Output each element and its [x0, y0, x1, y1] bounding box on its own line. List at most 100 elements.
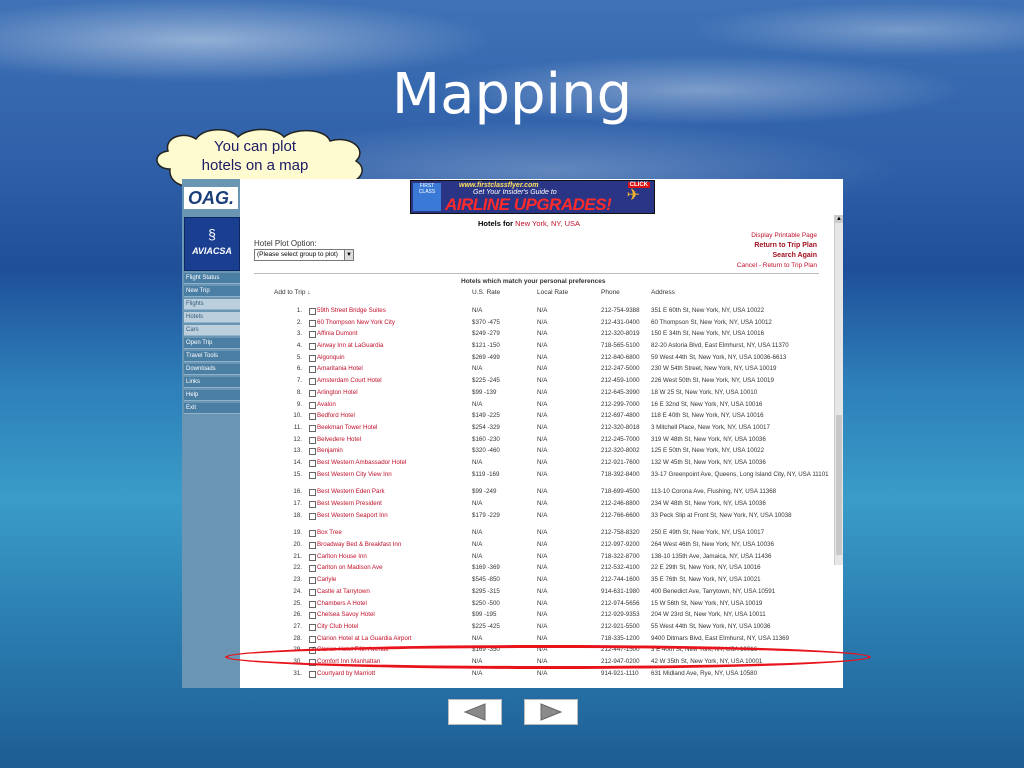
- hotel-name-link[interactable]: Beekman Tower Hotel: [317, 424, 377, 431]
- add-to-trip-checkbox[interactable]: [309, 489, 316, 497]
- us-rate: $249 -279: [472, 330, 500, 338]
- hotel-name-link[interactable]: Castle at Tarrytown: [317, 588, 370, 595]
- table-row: 11. Beekman Tower Hotel $254 -329 N/A 212-32…: [182, 424, 843, 436]
- hotel-name-link[interactable]: Best Western President: [317, 500, 382, 507]
- row-number: 14.: [293, 458, 302, 466]
- us-rate: $99 -139: [472, 388, 497, 396]
- add-to-trip-checkbox[interactable]: [309, 366, 316, 374]
- add-to-trip-checkbox[interactable]: [309, 389, 316, 397]
- hotel-name-link[interactable]: Best Western Eden Park: [317, 488, 385, 495]
- local-rate: N/A: [537, 511, 548, 519]
- add-to-trip-checkbox[interactable]: [309, 343, 316, 351]
- us-rate: $99 -195: [472, 611, 497, 619]
- hotel-name-link[interactable]: Chambers A Hotel: [317, 600, 367, 607]
- hotel-name-link[interactable]: Carlyle: [317, 576, 336, 583]
- hotel-name-link[interactable]: Carlton House Inn: [317, 553, 367, 560]
- phone: 212-697-4800: [601, 412, 640, 420]
- us-rate: $545 -850: [472, 576, 500, 584]
- table-row: 12. Belvedere Hotel $160 -230 N/A 212-245-70…: [182, 436, 843, 448]
- add-to-trip-checkbox[interactable]: [309, 530, 316, 538]
- phone: 212-921-5500: [601, 622, 640, 630]
- add-to-trip-checkbox[interactable]: [309, 501, 316, 508]
- cancel-link[interactable]: Cancel - Return to Trip Plan: [737, 261, 817, 271]
- printable-page-link[interactable]: Display Printable Page: [737, 231, 817, 241]
- hotel-name-link[interactable]: Best Western City View Inn: [317, 471, 392, 478]
- add-to-trip-checkbox[interactable]: [309, 378, 316, 386]
- next-slide-button[interactable]: [524, 699, 578, 725]
- hotel-name-link[interactable]: 59th Street Bridge Suites: [317, 307, 386, 314]
- search-again-link[interactable]: Search Again: [737, 251, 817, 261]
- table-row: 13. Benjamin $320 -460 N/A 212-320-8002 125 E…: [182, 447, 843, 459]
- add-to-trip-checkbox[interactable]: [309, 623, 316, 631]
- row-number: 9.: [296, 400, 302, 408]
- add-to-trip-checkbox[interactable]: [309, 600, 316, 608]
- add-to-trip-checkbox[interactable]: [309, 612, 316, 620]
- hotel-name-link[interactable]: Benjamin: [317, 447, 343, 454]
- add-to-trip-checkbox[interactable]: [309, 424, 316, 432]
- add-to-trip-checkbox[interactable]: [309, 354, 316, 362]
- hotel-name-link[interactable]: Amsterdam Court Hotel: [317, 377, 382, 384]
- local-rate: N/A: [537, 400, 548, 408]
- hotel-name-link[interactable]: Amaritania Hotel: [317, 365, 363, 372]
- phone: 212-766-6600: [601, 511, 640, 519]
- address: 400 Benedict Ave, Tarrytown, NY, USA 105…: [651, 587, 776, 595]
- hotel-name-link[interactable]: Arlington Hotel: [317, 389, 358, 396]
- phone: 212-974-5656: [601, 599, 640, 607]
- hotel-name-link[interactable]: Bedford Hotel: [317, 412, 355, 419]
- add-to-trip-checkbox[interactable]: [309, 553, 316, 561]
- hotel-name-link[interactable]: Courtyard by Marriott: [317, 670, 375, 677]
- hotel-name-link[interactable]: Best Western Ambassador Hotel: [317, 459, 406, 466]
- add-to-trip-checkbox[interactable]: [309, 308, 316, 315]
- hotel-name-link[interactable]: City Club Hotel: [317, 623, 358, 630]
- phone: 212-299-7000: [601, 400, 640, 408]
- hotel-name-link[interactable]: Best Western Seaport Inn: [317, 512, 388, 519]
- phone: 212-921-7600: [601, 458, 640, 466]
- prev-slide-button[interactable]: [448, 699, 502, 725]
- add-to-trip-checkbox[interactable]: [309, 588, 316, 596]
- add-to-trip-checkbox[interactable]: [309, 319, 316, 327]
- hotel-name-link[interactable]: Affinia Dumont: [317, 330, 357, 337]
- add-to-trip-checkbox[interactable]: [309, 436, 316, 444]
- hotel-name-link[interactable]: Airway Inn at LaGuardia: [317, 342, 383, 349]
- hotel-name-link[interactable]: Algonquin: [317, 354, 345, 361]
- local-rate: N/A: [537, 307, 548, 314]
- address: 55 West 44th St, New York, NY, USA 10036: [651, 622, 771, 630]
- add-to-trip-checkbox[interactable]: [309, 577, 316, 585]
- add-to-trip-checkbox[interactable]: [309, 331, 316, 339]
- local-rate: N/A: [537, 669, 548, 677]
- hotel-name-link[interactable]: Box Tree: [317, 529, 342, 536]
- triangle-left-icon: [463, 703, 486, 721]
- local-rate: N/A: [537, 529, 548, 537]
- hotel-name-link[interactable]: Broadway Bed & Breakfast Inn: [317, 541, 401, 548]
- add-to-trip-checkbox[interactable]: [309, 459, 316, 467]
- ad-banner[interactable]: FIRST CLASS www.firstclassflyer.com Get …: [410, 180, 655, 214]
- add-to-trip-checkbox[interactable]: [309, 542, 316, 550]
- add-to-trip-checkbox[interactable]: [309, 565, 316, 573]
- hotel-name-link[interactable]: Chelsea Savoy Hotel: [317, 611, 375, 618]
- local-rate: N/A: [537, 342, 548, 350]
- plot-group-select[interactable]: (Please select group to plot) ▼: [254, 249, 354, 261]
- us-rate: N/A: [472, 552, 483, 560]
- hotel-name-link[interactable]: Clarion Hotel at La Guardia Airport: [317, 635, 412, 642]
- add-to-trip-checkbox[interactable]: [309, 401, 316, 409]
- row-number: 2.: [296, 318, 302, 326]
- hotel-name-link[interactable]: Belvedere Hotel: [317, 436, 361, 443]
- add-to-trip-checkbox[interactable]: [309, 413, 316, 421]
- add-to-trip-checkbox[interactable]: [309, 448, 316, 456]
- add-to-trip-checkbox[interactable]: [309, 512, 316, 520]
- local-rate: N/A: [537, 318, 548, 326]
- hotel-name-link[interactable]: Carlton on Madison Ave: [317, 564, 383, 571]
- add-to-trip-checkbox[interactable]: [309, 471, 316, 479]
- triangle-right-icon: [540, 703, 563, 721]
- return-trip-plan-link[interactable]: Return to Trip Plan: [737, 241, 817, 251]
- row-number: 4.: [296, 342, 302, 350]
- add-to-trip-checkbox[interactable]: [309, 670, 316, 678]
- hotel-name-link[interactable]: Avalon: [317, 401, 336, 408]
- plot-select-value: (Please select group to plot): [257, 251, 338, 258]
- chevron-down-icon[interactable]: ▼: [344, 250, 353, 260]
- add-to-trip-checkbox[interactable]: [309, 635, 316, 643]
- scroll-up-icon[interactable]: ▲: [835, 215, 843, 223]
- phone: 212-320-8002: [601, 447, 640, 455]
- hotel-name-link[interactable]: 60 Thompson New York City: [317, 319, 395, 326]
- table-row: 23. Carlyle $545 -850 N/A 212-744-1600 35 E 7…: [182, 576, 843, 588]
